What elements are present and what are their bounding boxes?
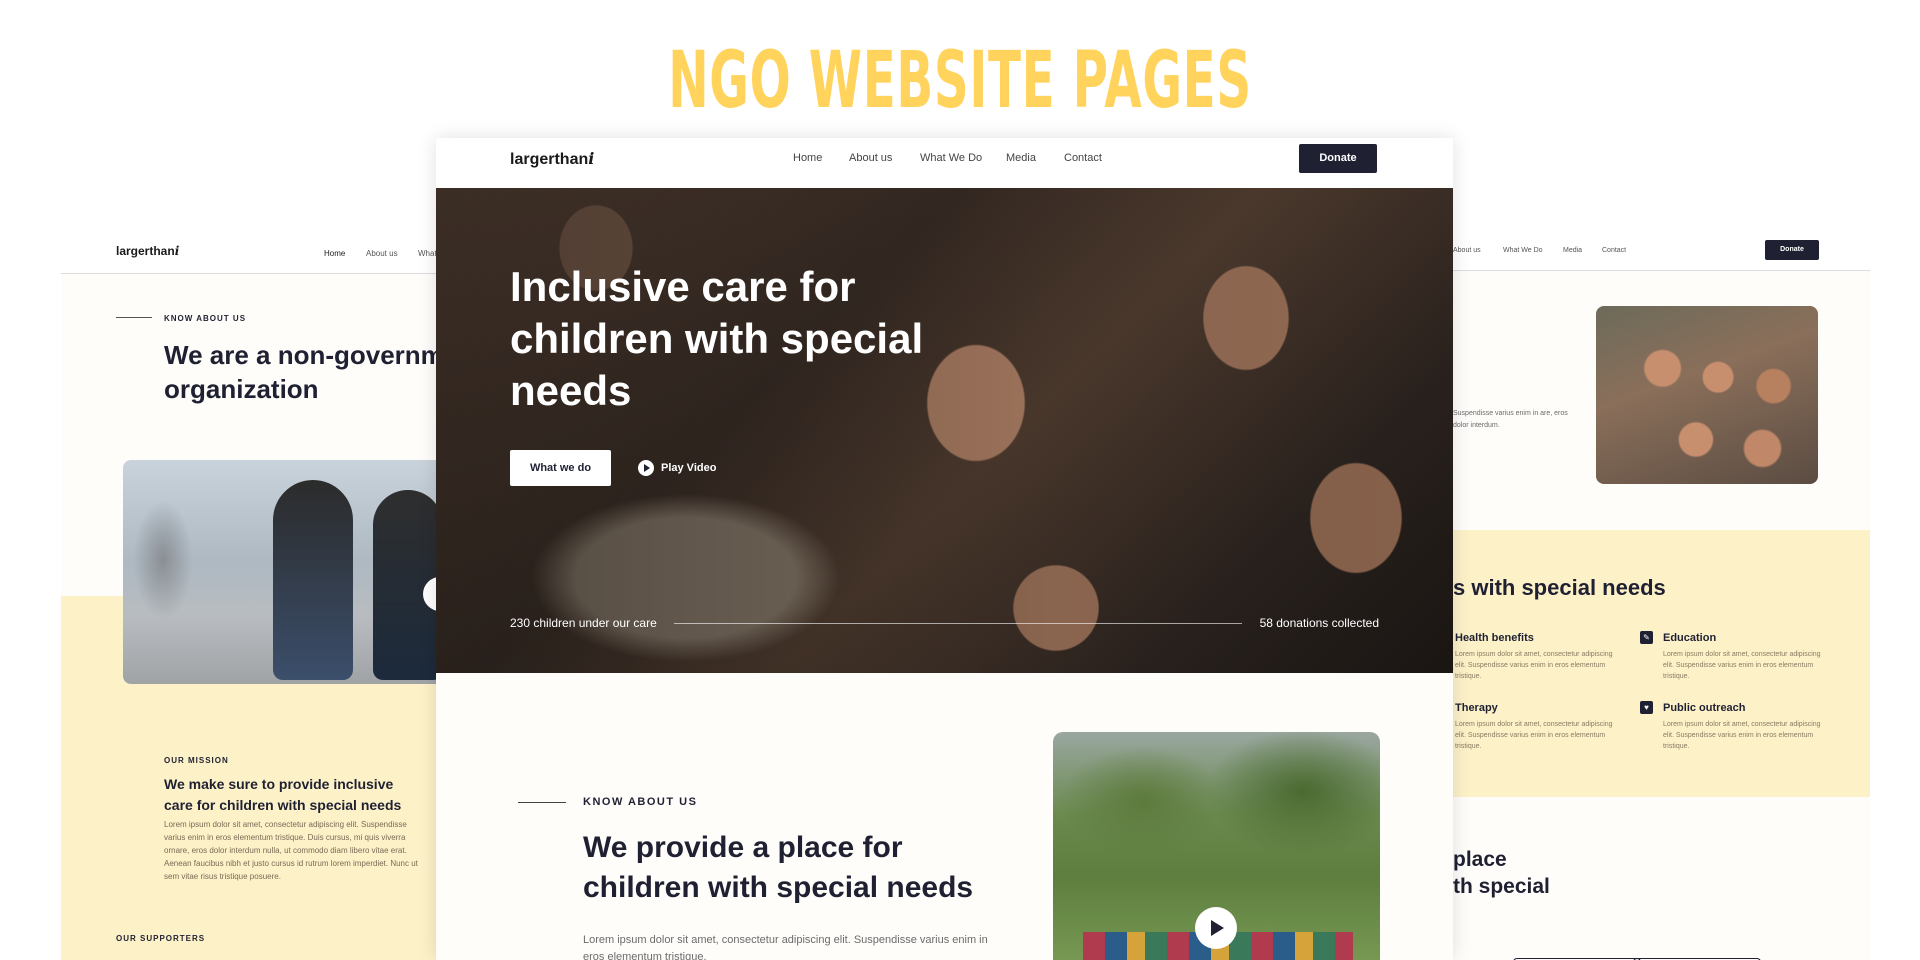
nav-what-we-do[interactable]: What We Do [920,152,982,164]
stat-progress-track [674,623,1242,624]
right-place-heading: place th special [1453,848,1550,898]
about-heading: We provide a place for children with spe… [583,831,974,904]
supporters-kicker: OUR SUPPORTERS [116,934,206,943]
brand-logo[interactable]: largerthani [510,149,594,169]
play-video-button[interactable]: Play Video [638,460,716,476]
nav-about[interactable]: About us [849,152,892,164]
about-kicker: KNOW ABOUT US [583,796,698,808]
left-nav: largerthani Home About us What [61,230,437,274]
main-nav: largerthani Home About us What We Do Med… [436,138,1453,188]
hero-banner: Inclusive care for children with special… [436,188,1453,673]
left-kicker: KNOW ABOUT US [164,314,247,323]
donate-button[interactable]: Donate [1299,144,1377,173]
showcase-title: NGO WEBSITE PAGES [668,36,1252,126]
nav-contact[interactable]: Contact [1064,152,1102,164]
feature-health: Health benefits Lorem ipsum dolor sit am… [1455,632,1613,680]
right-section-heading: s with special needs [1453,575,1666,600]
left-nav-about[interactable]: About us [366,249,398,258]
play-icon[interactable] [1195,907,1237,949]
right-nav-what[interactable]: What We Do [1503,247,1543,254]
left-logo[interactable]: largerthani [116,244,179,258]
feature-outreach: ♥ Public outreach Lorem ipsum dolor sit … [1640,701,1823,752]
play-icon [638,460,654,476]
left-nav-what[interactable]: What [418,249,437,258]
about-text: Lorem ipsum dolor sit amet, consectetur … [583,934,988,960]
right-nav: About us What We Do Media Contact Donate [1453,230,1870,271]
about-video-thumbnail[interactable] [1053,732,1380,960]
right-donate-button[interactable]: Donate [1765,240,1819,260]
center-page-preview: largerthani Home About us What We Do Med… [436,138,1453,960]
left-nav-home[interactable]: Home [324,249,345,258]
what-we-do-button[interactable]: What we do [510,450,611,486]
outreach-icon: ♥ [1640,701,1653,714]
left-video-thumbnail[interactable] [123,460,437,684]
right-nav-contact[interactable]: Contact [1602,247,1626,254]
right-children-photo [1596,306,1818,484]
children-stat: 230 children under our care [510,616,657,630]
mission-kicker: OUR MISSION [164,756,229,765]
hero-heading: Inclusive care for children with special… [510,263,924,414]
kicker-line [518,802,566,803]
play-video-label: Play Video [661,462,717,474]
right-snippet: Suspendisse varius enim in are, eros dol… [1453,410,1568,429]
right-nav-media[interactable]: Media [1563,247,1582,254]
right-nav-about[interactable]: About us [1453,247,1481,254]
right-page-preview: About us What We Do Media Contact Donate… [1453,230,1870,960]
donations-stat: 58 donations collected [1259,616,1379,630]
book-icon: ✎ [1640,631,1653,644]
feature-education: ✎ Education Lorem ipsum dolor sit amet, … [1640,631,1823,682]
nav-home[interactable]: Home [793,152,822,164]
mission-text: Lorem ipsum dolor sit amet, consectetur … [164,820,418,881]
left-page-preview: largerthani Home About us What KNOW ABOU… [61,230,437,960]
mission-heading: We make sure to provide inclusive care f… [164,776,402,813]
nav-media[interactable]: Media [1006,152,1036,164]
left-heading: We are a non-governm organization [164,340,437,404]
feature-therapy: Therapy Lorem ipsum dolor sit amet, cons… [1455,702,1613,750]
